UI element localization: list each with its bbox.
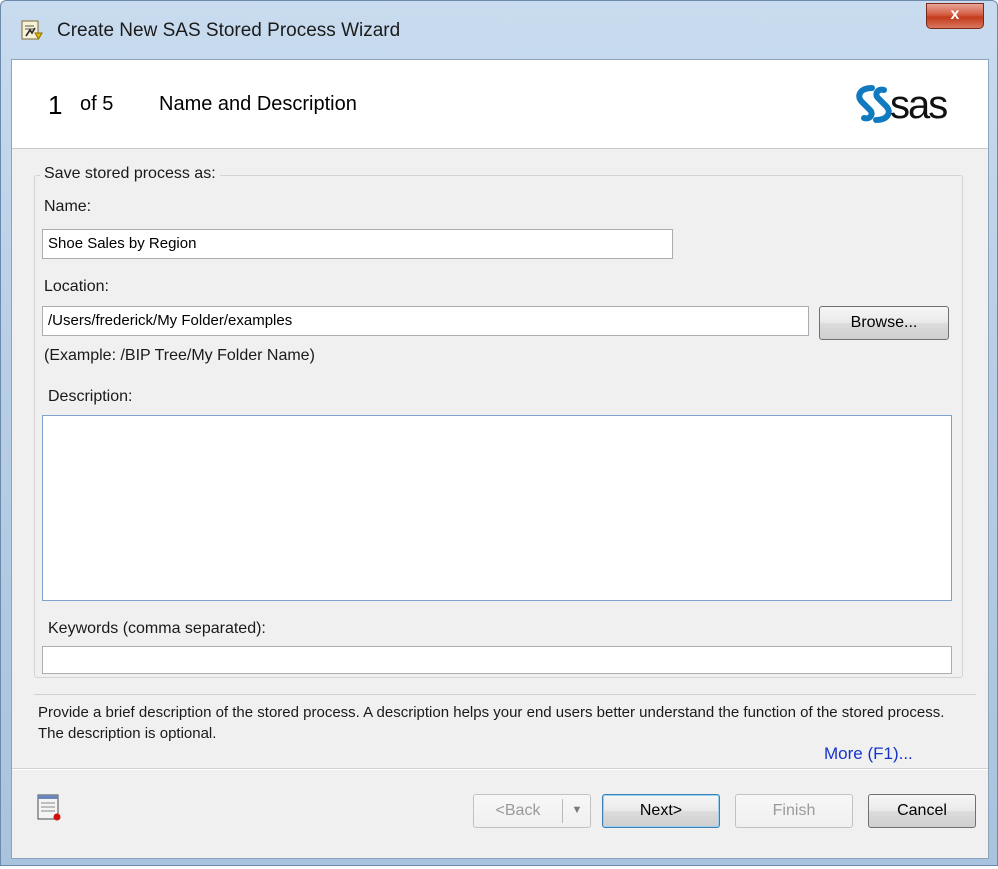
back-button-group[interactable]: <Back ▼: [473, 794, 591, 828]
sas-logo: sas: [856, 83, 949, 126]
name-input[interactable]: Shoe Sales by Region: [42, 229, 673, 259]
next-button[interactable]: Next>: [602, 794, 720, 828]
back-button[interactable]: <Back: [474, 795, 562, 827]
close-button[interactable]: x: [926, 3, 984, 29]
wizard-window: Create New SAS Stored Process Wizard x 1…: [0, 0, 998, 866]
name-label: Name:: [44, 198, 92, 215]
finish-button[interactable]: Finish: [735, 794, 853, 828]
keywords-input[interactable]: [42, 646, 952, 674]
notes-icon[interactable]: [36, 792, 62, 822]
browse-button[interactable]: Browse...: [819, 306, 949, 340]
footer-separator: [12, 768, 988, 770]
step-title: Name and Description: [159, 93, 357, 115]
step-number: 1: [48, 90, 63, 120]
dropdown-arrow-icon[interactable]: ▼: [566, 795, 588, 827]
cancel-button[interactable]: Cancel: [868, 794, 976, 828]
location-label: Location:: [44, 278, 109, 295]
location-input[interactable]: /Users/frederick/My Folder/examples: [42, 306, 809, 336]
keywords-label: Keywords (comma separated):: [48, 620, 266, 637]
wizard-client-area: 1 of 5 Name and Description sas Save sto…: [11, 59, 989, 859]
close-icon: x: [950, 6, 960, 23]
description-label: Description:: [48, 388, 133, 405]
split-divider: [562, 799, 563, 823]
help-text: Provide a brief description of the store…: [38, 704, 945, 742]
more-help-link[interactable]: More (F1)...: [824, 744, 913, 764]
save-as-group-label: Save stored process as:: [40, 165, 220, 183]
wizard-header: 1 of 5 Name and Description sas: [12, 60, 988, 149]
location-example: (Example: /BIP Tree/My Folder Name): [44, 347, 315, 364]
step-count: of 5: [80, 93, 114, 115]
window-title: Create New SAS Stored Process Wizard: [57, 20, 401, 41]
title-bar[interactable]: Create New SAS Stored Process Wizard x: [1, 1, 998, 59]
description-textarea[interactable]: [42, 415, 952, 601]
sas-logo-text: sas: [890, 83, 947, 126]
app-wizard-icon: [21, 20, 43, 40]
